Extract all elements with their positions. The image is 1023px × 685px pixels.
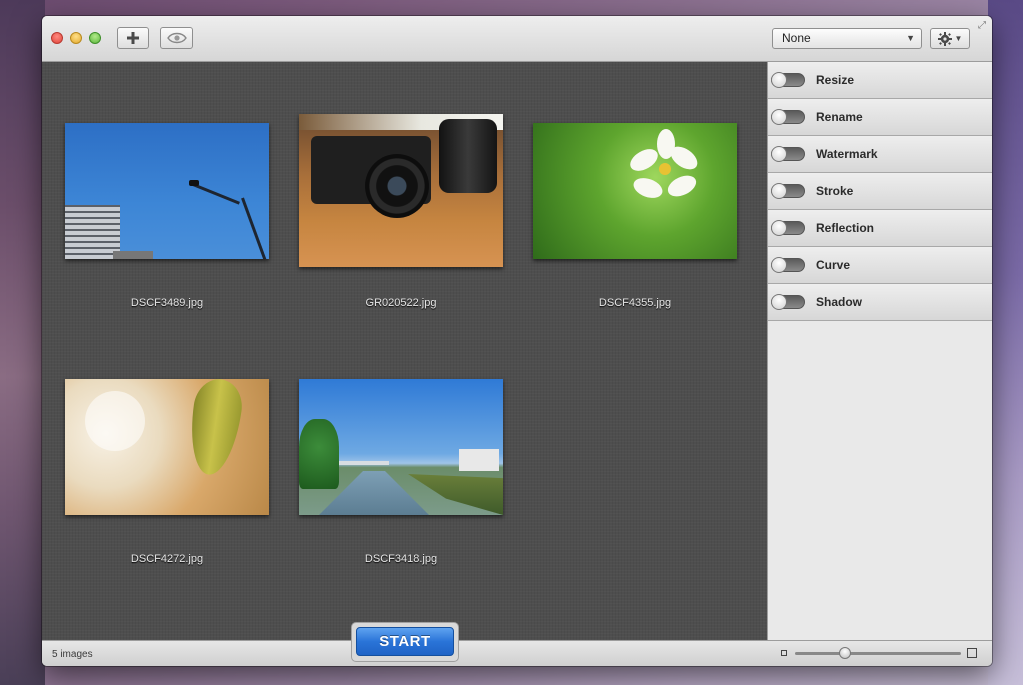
add-images-button[interactable] [117, 27, 149, 49]
start-button-frame: START [351, 622, 459, 662]
toggle-switch[interactable] [771, 146, 805, 162]
actions-sidebar: Resize Rename Watermark Stroke Reflectio… [767, 62, 992, 640]
chevron-down-icon: ▼ [906, 33, 915, 43]
zoom-window-button[interactable] [89, 32, 101, 44]
photo-sky-lamp [65, 123, 269, 259]
app-window: None ▼ ▼ ⤢ DSCF3489.jpg GR020522.jpg DSC… [42, 16, 992, 666]
photo-flower [533, 123, 737, 259]
toolbar: None ▼ ▼ ⤢ [42, 16, 992, 62]
thumbnail-caption: DSCF3489.jpg [130, 297, 204, 309]
sidebar-item-reflection[interactable]: Reflection [768, 210, 992, 247]
thumbnail-caption: DSCF4355.jpg [598, 297, 672, 309]
photo-camera [299, 114, 503, 267]
sidebar-item-label: Reflection [816, 221, 875, 235]
image-count: 5 images [52, 649, 93, 660]
sidebar-item-curve[interactable]: Curve [768, 247, 992, 284]
image-grid[interactable]: DSCF3489.jpg GR020522.jpg DSCF4355.jpg D… [42, 62, 767, 640]
image-thumbnail[interactable]: GR020522.jpg [299, 114, 503, 309]
sidebar-item-shadow[interactable]: Shadow [768, 284, 992, 321]
image-thumbnail[interactable]: DSCF4272.jpg [65, 379, 269, 565]
toggle-switch[interactable] [771, 109, 805, 125]
sidebar-item-label: Shadow [816, 295, 863, 309]
eye-icon [166, 32, 187, 44]
zoom-slider-thumb[interactable] [838, 647, 851, 659]
image-thumbnail[interactable]: DSCF3418.jpg [299, 379, 503, 565]
sidebar-item-watermark[interactable]: Watermark [768, 136, 992, 173]
photo-river [299, 379, 503, 515]
settings-menu-button[interactable]: ▼ [930, 28, 970, 49]
fullscreen-icon[interactable]: ⤢ [978, 20, 986, 31]
sidebar-item-label: Curve [816, 258, 851, 272]
sidebar-item-rename[interactable]: Rename [768, 99, 992, 136]
sidebar-item-label: Stroke [816, 184, 854, 198]
toggle-switch[interactable] [771, 72, 805, 88]
close-window-button[interactable] [51, 32, 63, 44]
zoom-out-icon[interactable] [781, 650, 787, 656]
gear-icon [937, 31, 952, 46]
zoom-slider-track[interactable] [795, 652, 961, 655]
plus-icon [127, 32, 139, 44]
preset-select-value: None [782, 31, 811, 45]
thumbnail-caption: DSCF4272.jpg [130, 553, 204, 565]
zoom-in-icon[interactable] [967, 648, 977, 658]
chevron-down-icon: ▼ [954, 34, 963, 43]
image-thumbnail[interactable]: DSCF3489.jpg [65, 123, 269, 309]
preview-button[interactable] [160, 27, 193, 49]
desktop-background-right [988, 0, 1023, 685]
toggle-switch[interactable] [771, 220, 805, 236]
sidebar-item-resize[interactable]: Resize [768, 62, 992, 99]
photo-leaf [65, 379, 269, 515]
thumbnail-caption: GR020522.jpg [365, 297, 437, 309]
sidebar-item-label: Watermark [816, 147, 878, 161]
image-thumbnail[interactable]: DSCF4355.jpg [533, 123, 737, 309]
sidebar-item-stroke[interactable]: Stroke [768, 173, 992, 210]
sidebar-item-label: Resize [816, 73, 855, 87]
start-button[interactable]: START [356, 627, 454, 656]
toggle-switch[interactable] [771, 294, 805, 310]
minimize-window-button[interactable] [70, 32, 82, 44]
thumbnail-caption: DSCF3418.jpg [364, 553, 438, 565]
sidebar-item-label: Rename [816, 110, 863, 124]
desktop-background-left [0, 0, 45, 685]
toggle-switch[interactable] [771, 257, 805, 273]
toggle-switch[interactable] [771, 183, 805, 199]
preset-select[interactable]: None ▼ [772, 28, 922, 49]
